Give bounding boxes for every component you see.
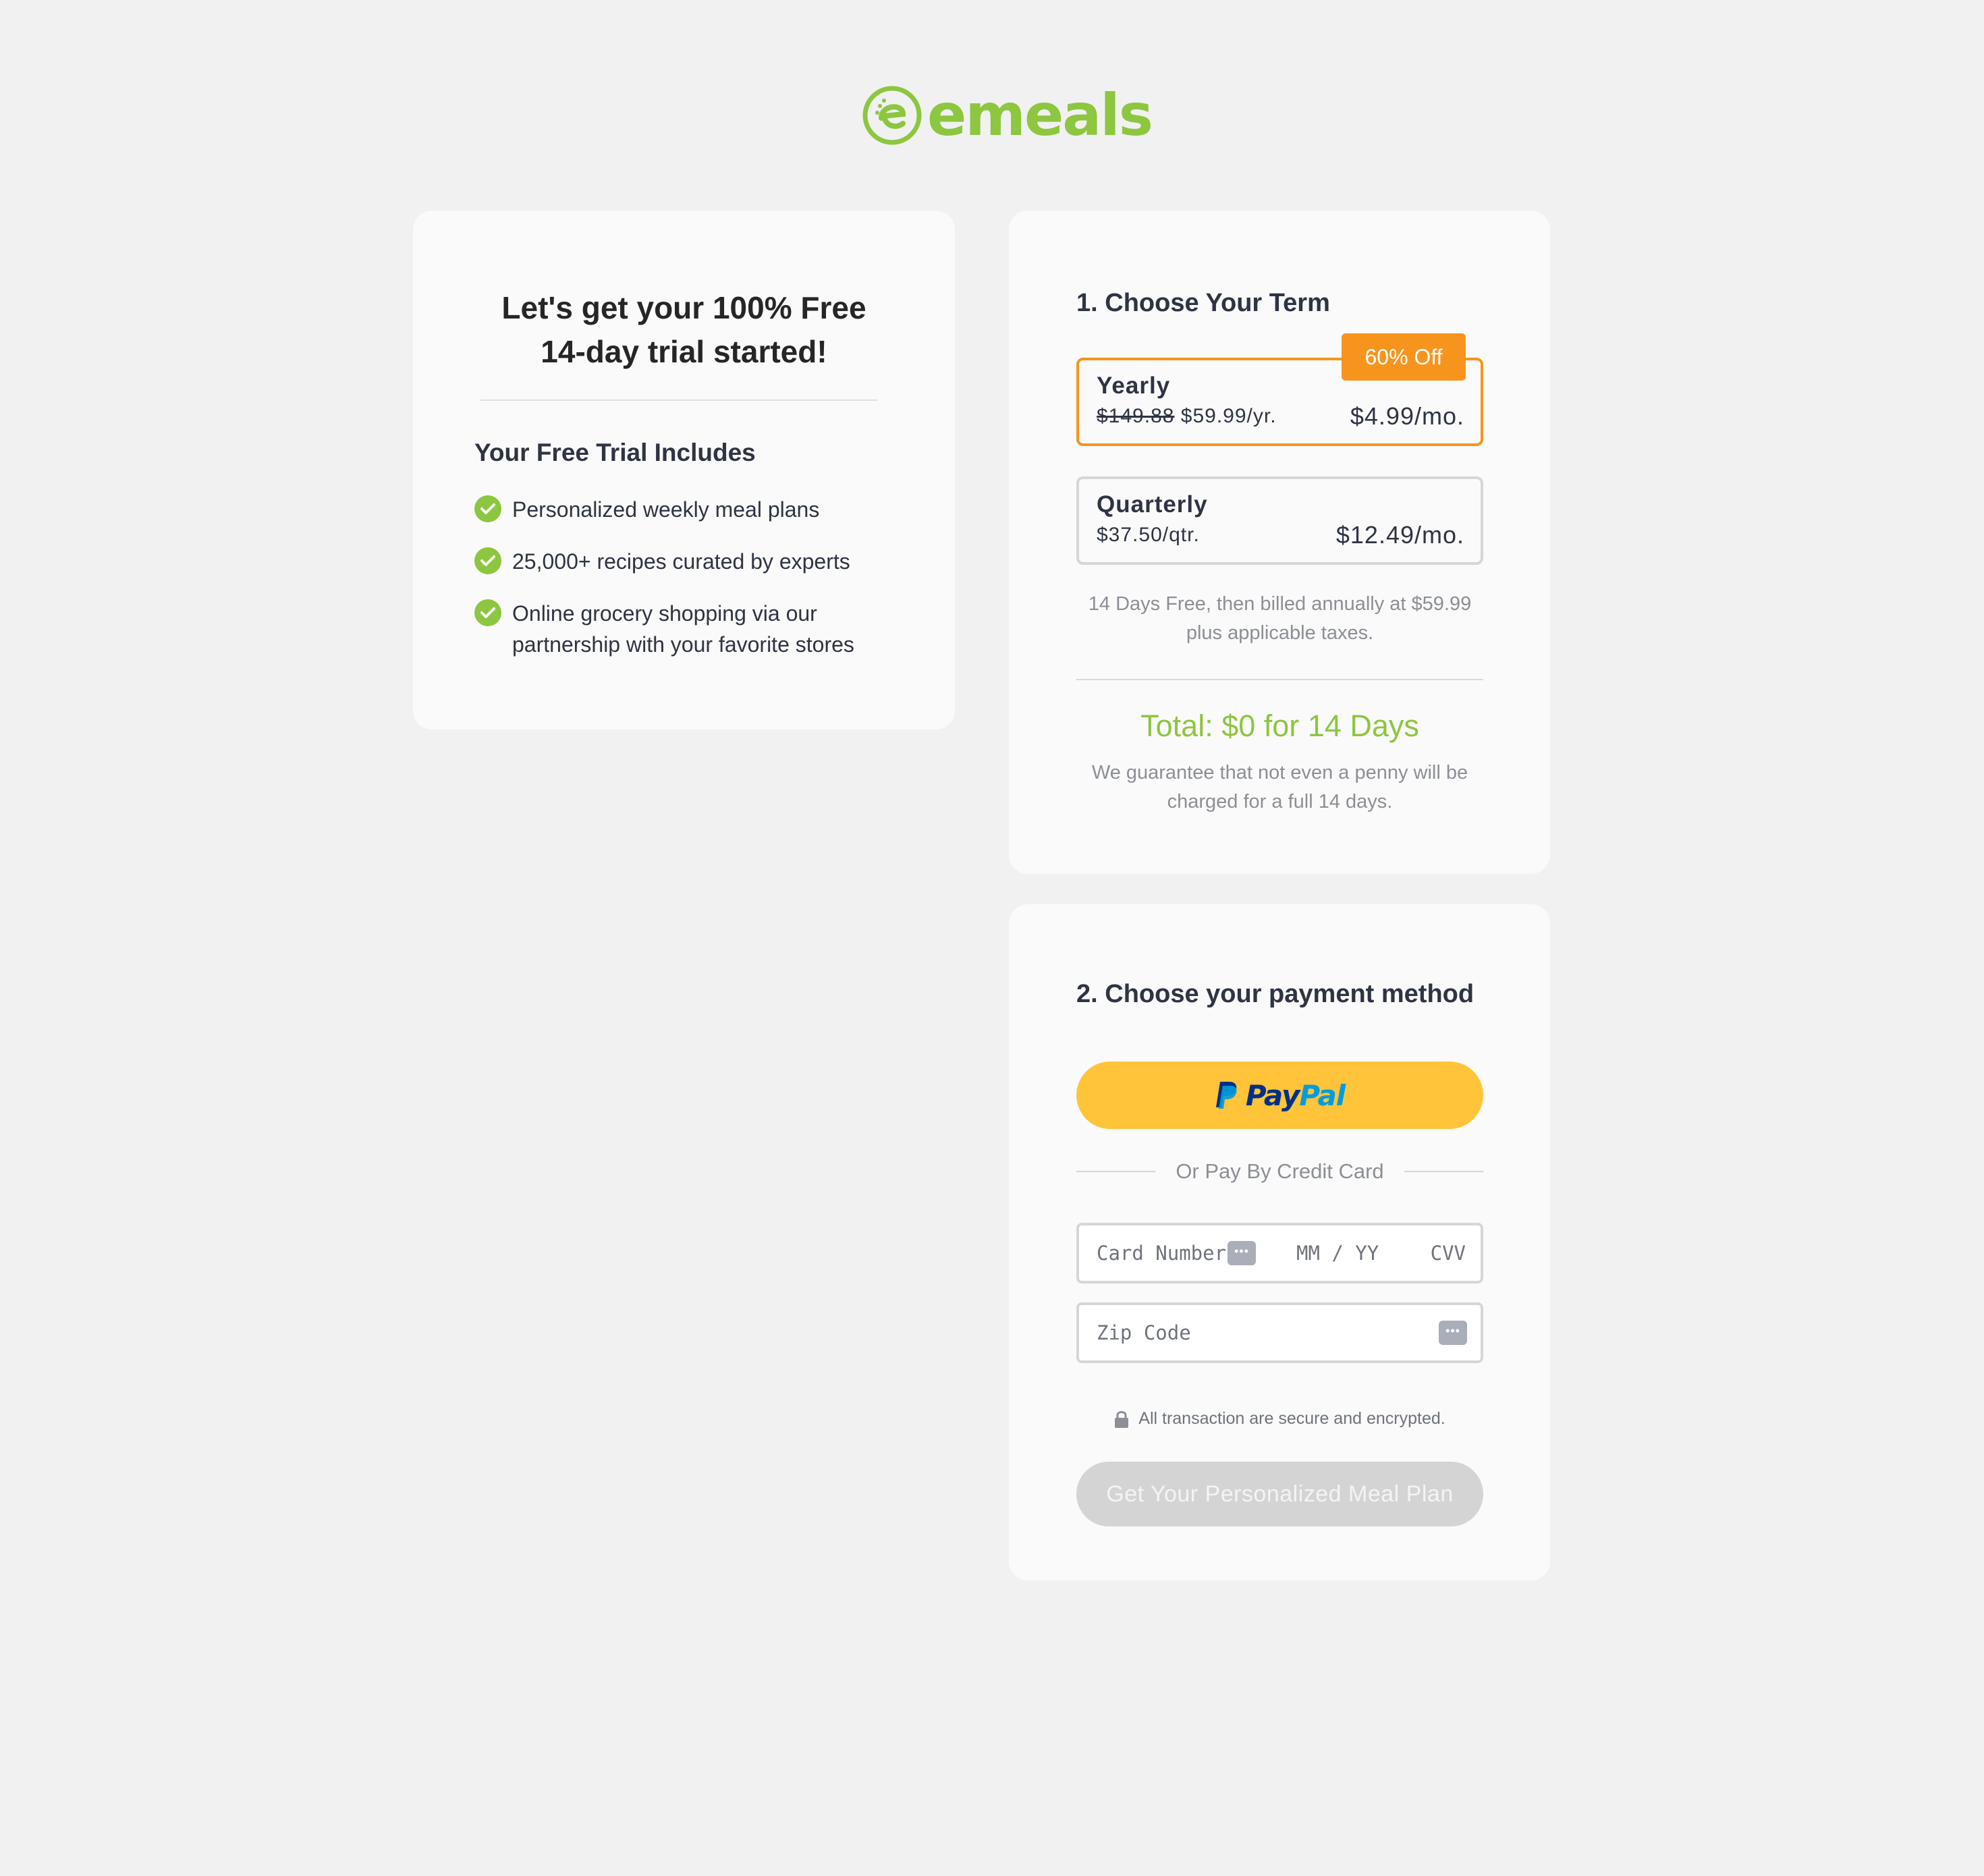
paypal-button[interactable]: PayPal <box>1076 1061 1483 1129</box>
paypal-wordmark: PayPal <box>1245 1078 1346 1112</box>
original-price: $149.88 <box>1097 405 1175 427</box>
plan-name: Quarterly <box>1097 491 1208 518</box>
choose-term-title: 1. Choose Your Term <box>1076 289 1330 317</box>
autofill-icon[interactable]: ••• <box>1439 1321 1467 1345</box>
card-details-field: Card Number ••• MM / YY CVV <box>1076 1223 1483 1284</box>
feature-text: Personalized weekly meal plans <box>512 497 820 522</box>
divider-line <box>1076 1171 1156 1172</box>
secure-text: All transaction are secure and encrypted… <box>1138 1409 1445 1428</box>
emeals-logo: emeals <box>861 82 1153 149</box>
hero-title-line2: 14-day trial started! <box>541 334 827 369</box>
plan-price: $149.88 $59.99/yr. <box>1097 405 1277 428</box>
plan-monthly-price: $4.99/mo. <box>1350 402 1464 430</box>
check-circle-icon <box>474 599 501 626</box>
includes-title: Your Free Trial Includes <box>474 439 756 466</box>
autofill-icon[interactable]: ••• <box>1228 1241 1256 1265</box>
emeals-logo-icon <box>862 86 922 145</box>
cvv-input[interactable]: CVV <box>1431 1242 1466 1265</box>
or-divider-text: Or Pay By Credit Card <box>1176 1159 1384 1183</box>
secure-note: All transaction are secure and encrypted… <box>1076 1409 1483 1429</box>
payment-card: 2. Choose your payment method PayPal Or … <box>1009 904 1550 1580</box>
zip-code-field[interactable]: Zip Code ••• <box>1076 1302 1483 1363</box>
plan-name: Yearly <box>1097 373 1171 399</box>
zip-code-input[interactable]: Zip Code <box>1097 1321 1191 1344</box>
feature-item: Online grocery shopping via our partners… <box>474 598 920 660</box>
expiry-input[interactable]: MM / YY <box>1296 1242 1379 1265</box>
plan-period-price: $37.50/qtr. <box>1097 524 1200 546</box>
guarantee-text: We guarantee that not even a penny will … <box>1091 762 1468 812</box>
feature-text: Online grocery shopping via our partners… <box>512 601 854 657</box>
plan-option-yearly[interactable]: 60% Off Yearly $149.88 $59.99/yr. $4.99/… <box>1076 333 1483 446</box>
plan-monthly-price: $12.49/mo. <box>1335 521 1464 549</box>
hero-title: Let's get your 100% Free 14-day trial st… <box>453 286 914 374</box>
term-card: 1. Choose Your Term 60% Off Yearly $149.… <box>1009 211 1550 874</box>
feature-item: 25,000+ recipes curated by experts <box>474 546 920 577</box>
lock-icon <box>1115 1410 1129 1428</box>
total-price: Total: $0 for 14 Days <box>1140 709 1419 743</box>
divider-line <box>1404 1171 1483 1172</box>
paypal-icon <box>1215 1082 1237 1109</box>
feature-item: Personalized weekly meal plans <box>474 494 920 525</box>
discount-badge: 60% Off <box>1342 333 1466 381</box>
divider <box>480 399 877 401</box>
card-number-input[interactable]: Card Number <box>1097 1242 1226 1265</box>
plan-option-quarterly[interactable]: Quarterly $37.50/qtr. $12.49/mo. <box>1076 476 1483 565</box>
divider <box>1076 679 1483 680</box>
billing-note: 14 Days Free, then billed annually at $5… <box>1088 593 1472 644</box>
check-circle-icon <box>474 547 501 574</box>
paypal-wordmark-pay: Pay <box>1245 1078 1300 1112</box>
hero-title-line1: Let's get your 100% Free <box>501 290 866 325</box>
feature-list: Personalized weekly meal plans 25,000+ r… <box>474 494 920 681</box>
trial-info-card: Let's get your 100% Free 14-day trial st… <box>413 211 955 729</box>
feature-text: 25,000+ recipes curated by experts <box>512 549 850 574</box>
or-divider: Or Pay By Credit Card <box>1076 1159 1483 1184</box>
plan-period-price: $59.99/yr. <box>1180 405 1277 427</box>
submit-button[interactable]: Get Your Personalized Meal Plan <box>1076 1462 1483 1526</box>
payment-method-title: 2. Choose your payment method <box>1076 980 1475 1008</box>
brand-name: emeals <box>927 82 1153 149</box>
check-circle-icon <box>474 495 501 522</box>
paypal-wordmark-pal: Pal <box>1299 1078 1346 1112</box>
